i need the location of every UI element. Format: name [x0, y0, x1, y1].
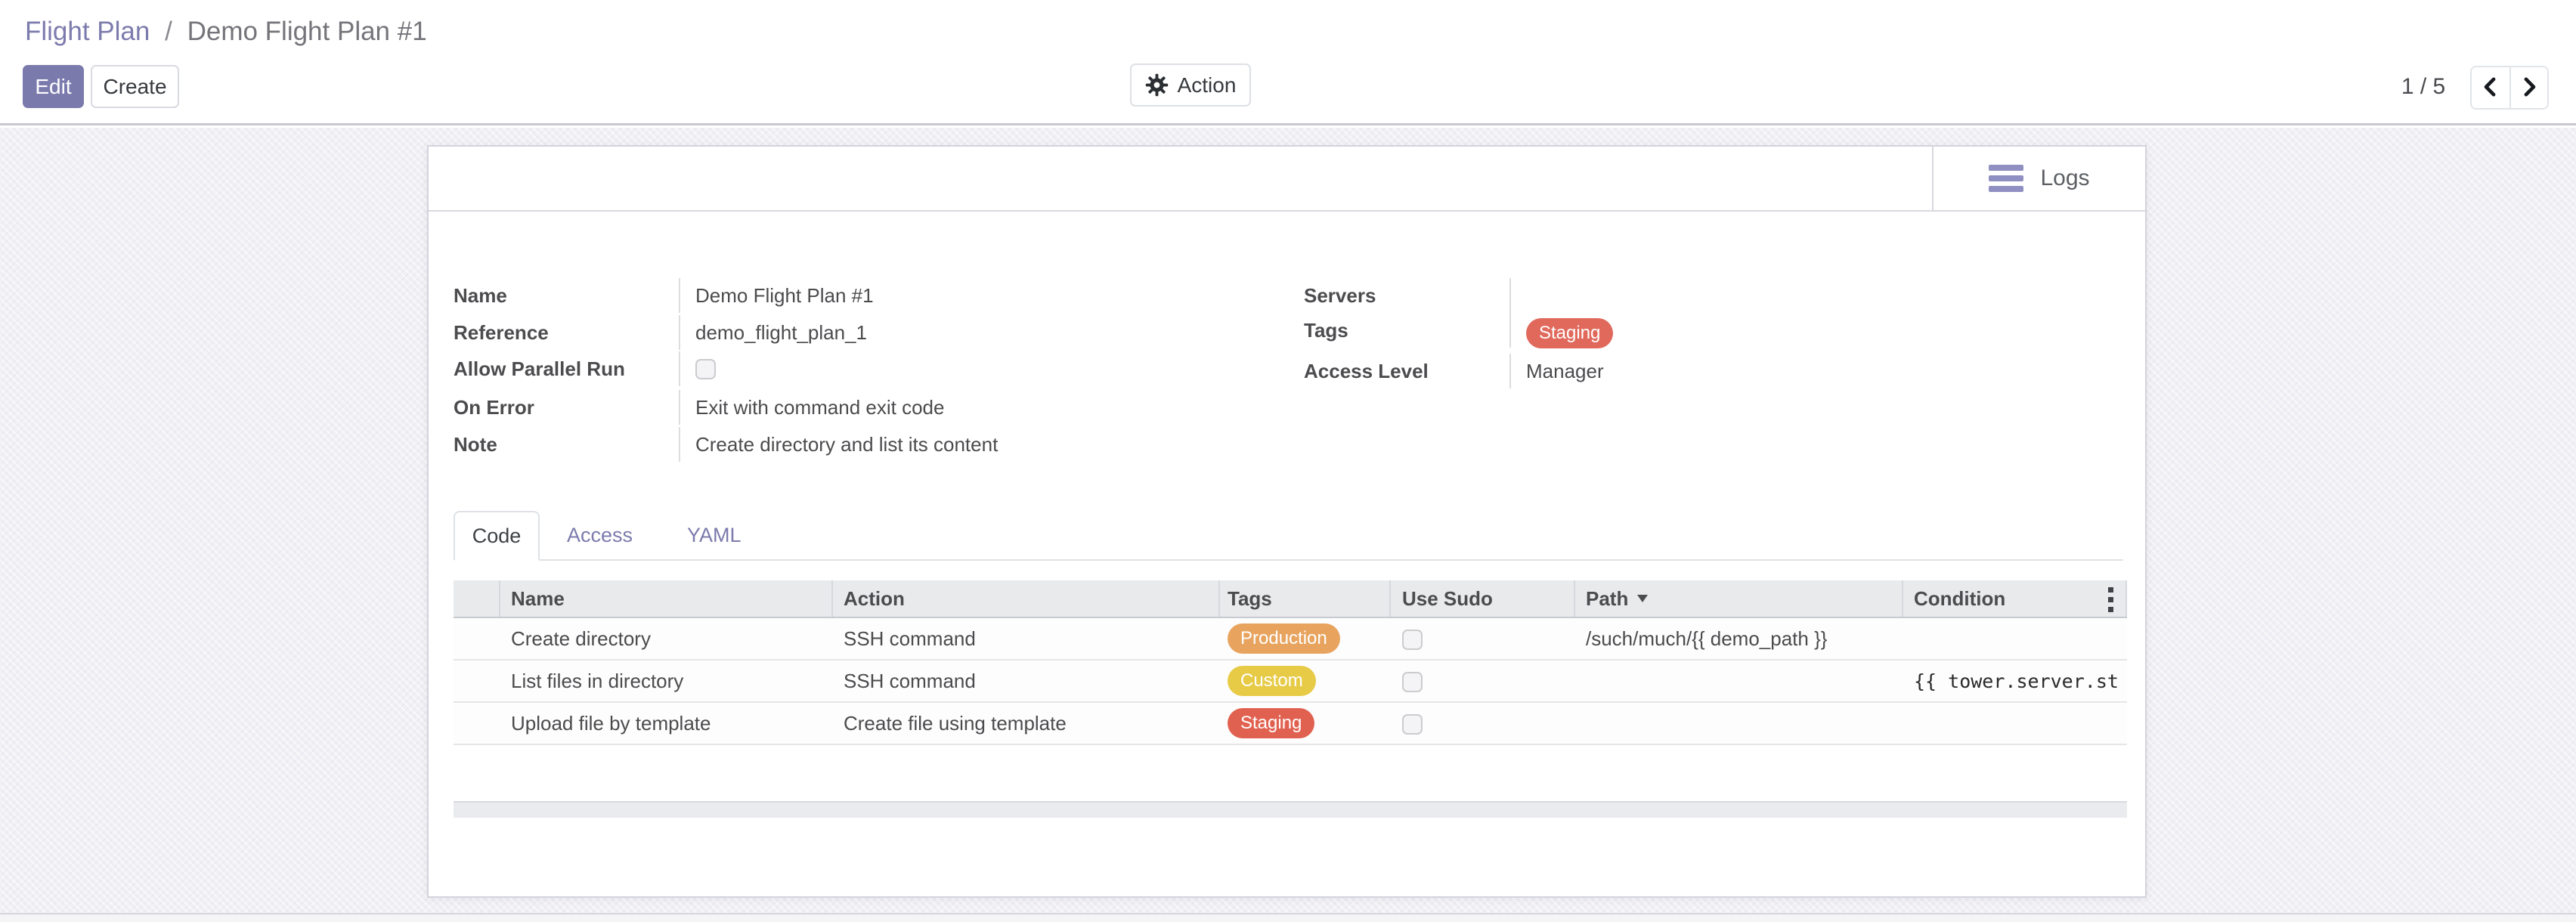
gear-icon [1145, 73, 1169, 97]
field-row-note: Note Create directory and list its conte… [454, 427, 1270, 464]
field-label-reference: Reference [454, 315, 680, 350]
create-button[interactable]: Create [91, 65, 179, 108]
tab-access[interactable]: Access [540, 511, 660, 559]
allow-parallel-run-checkbox[interactable] [695, 359, 716, 379]
column-header-path[interactable]: Path [1575, 580, 1903, 617]
breadcrumb-parent-link[interactable]: Flight Plan [25, 17, 150, 46]
column-header-handle [454, 580, 500, 617]
row-handle-cell [454, 618, 500, 659]
field-label-access-level: Access Level [1304, 354, 1511, 388]
tag-badge-production: Production [1228, 623, 1340, 654]
table-header-row: Name Action Tags Use Sudo Path Condition [454, 580, 2127, 618]
breadcrumb: Flight Plan / Demo Flight Plan #1 [25, 17, 427, 47]
bottom-edge [0, 913, 2576, 922]
use-sudo-checkbox[interactable] [1402, 714, 1423, 735]
chevron-right-icon [2519, 76, 2540, 100]
action-button-label: Action [1178, 73, 1237, 97]
field-value-name: Demo Flight Plan #1 [680, 278, 874, 313]
tag-badge-staging-row: Staging [1228, 708, 1314, 738]
table-row-list-files[interactable]: List files in directory SSH command Cust… [454, 661, 2127, 703]
horizontal-scrollbar[interactable] [454, 801, 2127, 818]
logs-button[interactable]: Logs [1932, 147, 2145, 210]
breadcrumb-separator: / [165, 17, 172, 46]
field-value-on-error: Exit with command exit code [680, 390, 944, 425]
commands-table: Name Action Tags Use Sudo Path Condition… [454, 580, 2127, 745]
column-header-name[interactable]: Name [500, 580, 833, 617]
chevron-left-icon [2480, 76, 2501, 100]
action-button[interactable]: Action [1130, 63, 1251, 107]
table-row-upload-file[interactable]: Upload file by template Create file usin… [454, 703, 2127, 745]
field-value-note: Create directory and list its content [680, 427, 998, 462]
sort-desc-caret-icon [1637, 595, 1648, 602]
field-value-access-level: Manager [1511, 354, 1604, 388]
field-label-on-error: On Error [454, 390, 680, 425]
field-row-access-level: Access Level Manager [1304, 354, 2060, 391]
tab-code[interactable]: Code [454, 511, 540, 561]
tab-yaml[interactable]: YAML [660, 511, 769, 559]
field-row-allow-parallel-run: Allow Parallel Run [454, 351, 1270, 390]
column-header-action[interactable]: Action [833, 580, 1220, 617]
pager [2470, 66, 2549, 110]
cell-condition [1903, 618, 2127, 659]
field-row-servers: Servers [1304, 278, 2060, 313]
pager-next-button[interactable] [2509, 67, 2547, 108]
cell-condition [1903, 703, 2127, 744]
cell-action: SSH command [833, 661, 1220, 701]
field-row-tags: Tags Staging [1304, 313, 2060, 354]
field-label-tags: Tags [1304, 313, 1511, 348]
tag-badge-staging: Staging [1526, 318, 1613, 348]
field-group-left: Name Demo Flight Plan #1 Reference demo_… [454, 278, 1270, 463]
column-header-use-sudo[interactable]: Use Sudo [1391, 580, 1575, 617]
row-handle-cell [454, 661, 500, 701]
cell-condition: {{ tower.server.st [1903, 661, 2127, 701]
edit-button[interactable]: Edit [23, 65, 84, 108]
pager-previous-button[interactable] [2472, 67, 2509, 108]
use-sudo-checkbox[interactable] [1402, 672, 1423, 692]
cell-name: List files in directory [500, 661, 833, 701]
field-row-name: Name Demo Flight Plan #1 [454, 278, 1270, 315]
pager-value: 1 / 5 [2395, 74, 2452, 100]
breadcrumb-current: Demo Flight Plan #1 [187, 17, 427, 46]
field-label-name: Name [454, 278, 680, 313]
field-row-on-error: On Error Exit with command exit code [454, 390, 1270, 427]
form-view-background: Logs Name Demo Flight Plan #1 Reference … [0, 128, 2576, 913]
cell-path: /such/much/{{ demo_path }} [1575, 618, 1903, 659]
stat-button-box: Logs [429, 147, 2145, 212]
cell-name: Create directory [500, 618, 833, 659]
cell-action: SSH command [833, 618, 1220, 659]
column-header-tags[interactable]: Tags [1220, 580, 1391, 617]
field-label-servers: Servers [1304, 278, 1511, 313]
column-header-condition[interactable]: Condition [1903, 580, 2127, 617]
cell-path [1575, 661, 1903, 701]
table-row-create-directory[interactable]: Create directory SSH command Production … [454, 618, 2127, 661]
logs-button-label: Logs [2040, 166, 2089, 191]
field-value-reference: demo_flight_plan_1 [680, 315, 867, 350]
field-value-servers [1511, 278, 1526, 289]
field-label-allow-parallel-run: Allow Parallel Run [454, 351, 680, 386]
cell-name: Upload file by template [500, 703, 833, 744]
control-panel: Flight Plan / Demo Flight Plan #1 Edit C… [0, 0, 2576, 125]
tag-badge-custom: Custom [1228, 666, 1316, 696]
field-group-right: Servers Tags Staging Access Level Manage… [1304, 278, 2060, 391]
cell-path [1575, 703, 1903, 744]
optional-columns-toggle-icon[interactable] [2101, 587, 2119, 612]
form-sheet: Logs Name Demo Flight Plan #1 Reference … [427, 145, 2147, 898]
odoo-flight-plan-form: Flight Plan / Demo Flight Plan #1 Edit C… [0, 0, 2576, 922]
row-handle-cell [454, 703, 500, 744]
logs-bars-icon [1989, 165, 2023, 192]
use-sudo-checkbox[interactable] [1402, 630, 1423, 650]
field-row-reference: Reference demo_flight_plan_1 [454, 315, 1270, 352]
cell-action: Create file using template [833, 703, 1220, 744]
notebook-tabs: Code Access YAML [454, 511, 2123, 561]
field-label-note: Note [454, 427, 680, 462]
